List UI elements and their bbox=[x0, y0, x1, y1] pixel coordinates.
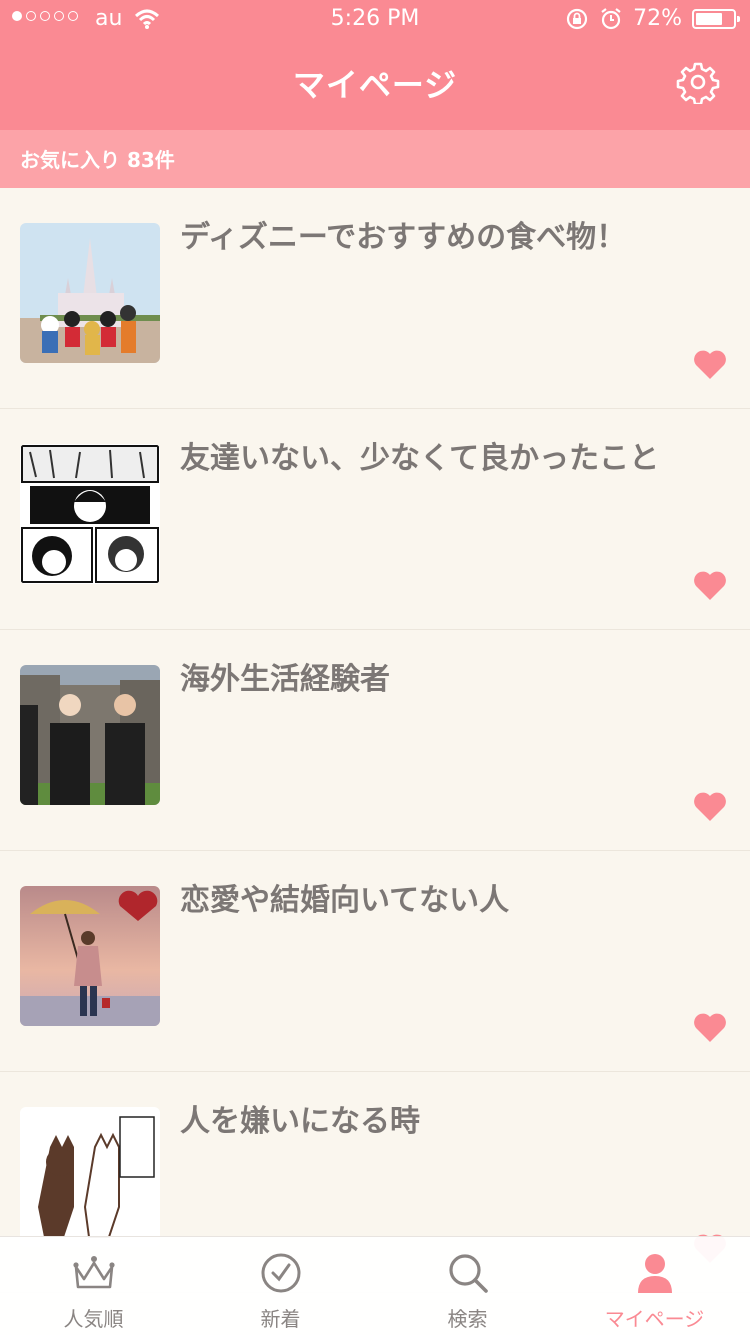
favorite-heart-icon[interactable] bbox=[692, 1011, 728, 1043]
tab-bar: 人気順 新着 検索 マイページ bbox=[0, 1236, 750, 1335]
alarm-icon bbox=[601, 7, 621, 29]
item-title: 海外生活経験者 bbox=[180, 662, 390, 697]
gear-icon[interactable] bbox=[676, 60, 720, 104]
rotation-lock-icon bbox=[566, 8, 588, 29]
favorite-heart-icon[interactable] bbox=[692, 790, 728, 822]
item-title: ディズニーでおすすめの食べ物！ bbox=[180, 220, 627, 255]
tab-new[interactable]: 新着 bbox=[187, 1237, 374, 1335]
status-bar: au 5:26 PM 72% bbox=[0, 0, 750, 40]
list-item[interactable]: 海外生活経験者 bbox=[0, 630, 750, 851]
tab-label: マイページ bbox=[604, 1307, 705, 1331]
clock-icon bbox=[261, 1253, 301, 1293]
crown-icon bbox=[73, 1256, 115, 1289]
favorites-list: ディズニーでおすすめの食べ物！ 友達いない、少なくて良かったこと 海外生活経験者… bbox=[0, 188, 750, 1293]
thumbnail-image bbox=[20, 886, 160, 1026]
list-item[interactable]: 友達いない、少なくて良かったこと bbox=[0, 409, 750, 630]
search-icon bbox=[449, 1254, 488, 1293]
thumbnail-image bbox=[20, 223, 160, 363]
battery-icon bbox=[692, 8, 740, 29]
item-title: 恋愛や結婚向いてない人 bbox=[180, 883, 510, 918]
thumbnail-image bbox=[20, 444, 160, 584]
item-title: 友達いない、少なくて良かったこと bbox=[180, 441, 660, 476]
tab-search[interactable]: 検索 bbox=[374, 1237, 561, 1335]
tab-label: 検索 bbox=[447, 1307, 488, 1331]
tab-ranking[interactable]: 人気順 bbox=[0, 1237, 187, 1335]
favorite-heart-icon[interactable] bbox=[692, 569, 728, 601]
tab-label: 人気順 bbox=[63, 1307, 124, 1331]
list-item[interactable]: ディズニーでおすすめの食べ物！ bbox=[0, 188, 750, 409]
thumbnail-image bbox=[20, 1107, 160, 1247]
battery-percentage: 72% bbox=[633, 6, 682, 31]
tab-mypage[interactable]: マイページ bbox=[561, 1237, 748, 1335]
person-icon bbox=[638, 1254, 672, 1293]
tab-label: 新着 bbox=[260, 1307, 301, 1331]
favorites-bar: お気に入り 83件 bbox=[0, 130, 750, 188]
thumbnail-image bbox=[20, 665, 160, 805]
item-title: 人を嫌いになる時 bbox=[180, 1104, 420, 1139]
page-title: マイページ bbox=[292, 66, 458, 104]
list-item[interactable]: 恋愛や結婚向いてない人 bbox=[0, 851, 750, 1072]
favorites-count: お気に入り 83件 bbox=[20, 148, 175, 172]
top-bar: au 5:26 PM 72% マイページ bbox=[0, 0, 750, 130]
favorite-heart-icon[interactable] bbox=[692, 348, 728, 380]
